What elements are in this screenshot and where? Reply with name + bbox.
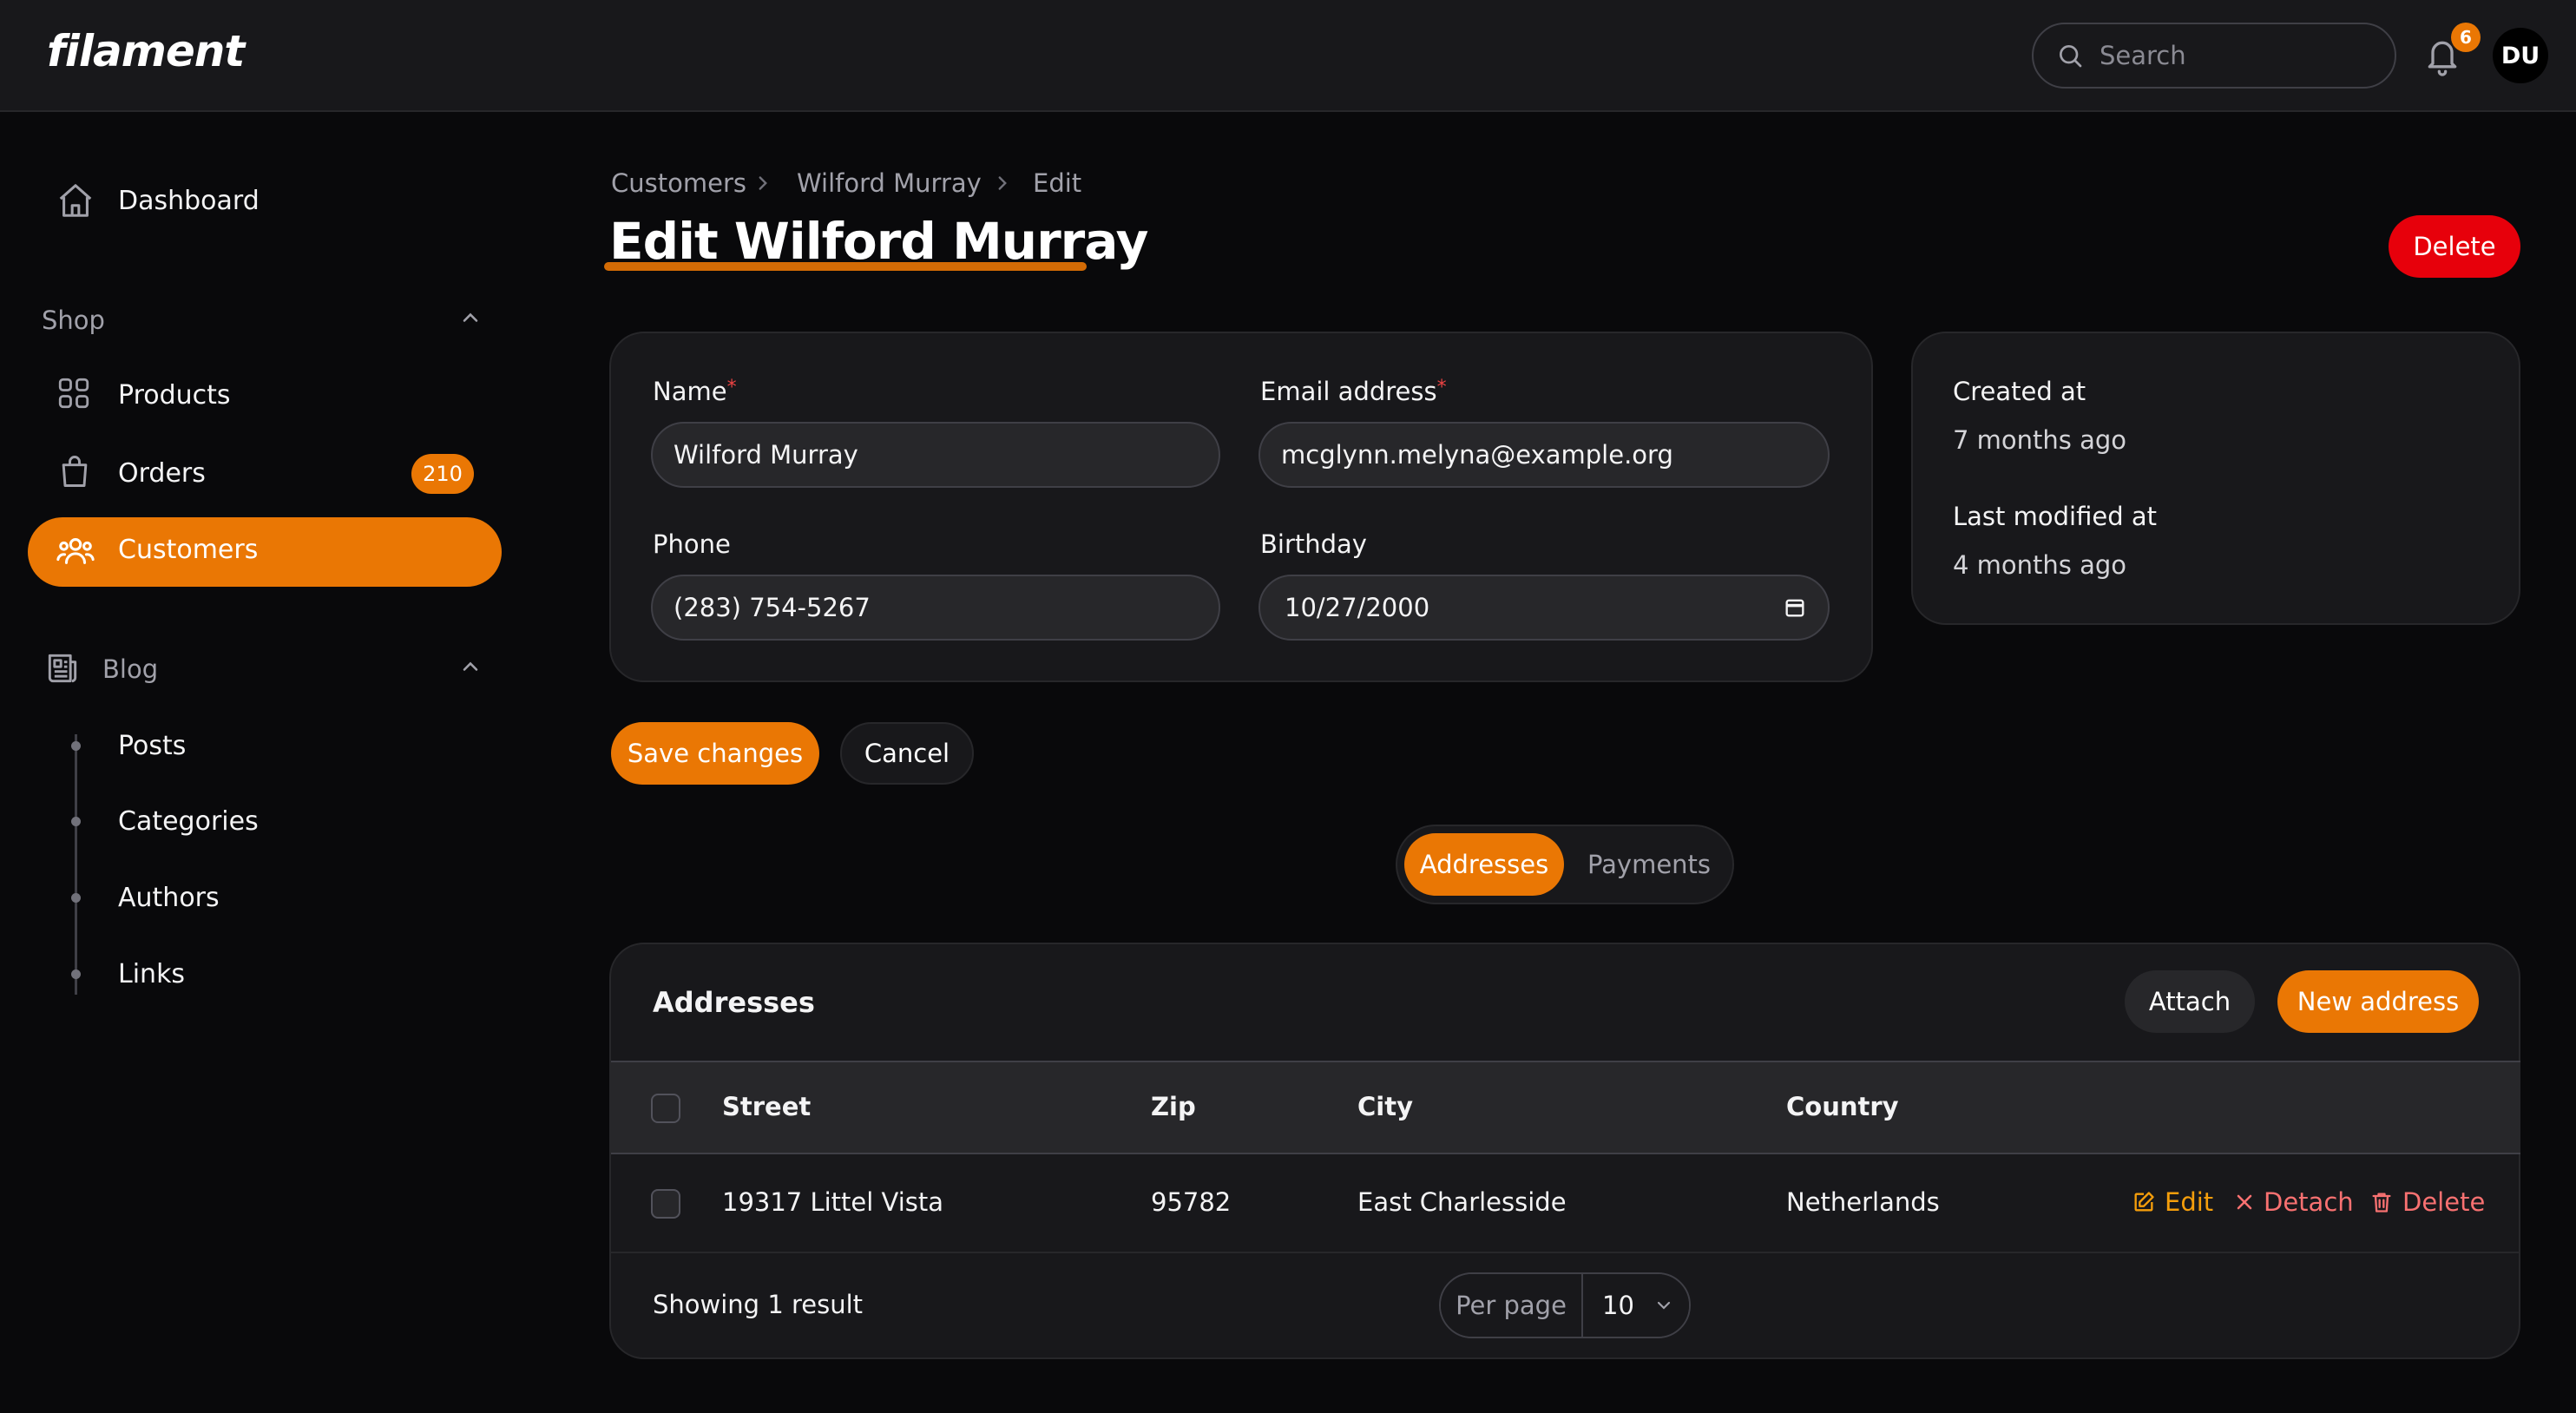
search-input[interactable] — [2100, 41, 2377, 70]
sidebar-item-label: Orders — [118, 458, 206, 489]
email-label: Email address* — [1260, 377, 1447, 406]
chevron-up-icon[interactable] — [458, 306, 483, 330]
tree-dot — [71, 817, 81, 826]
detach-label: Detach — [2264, 1187, 2354, 1217]
attach-button[interactable]: Attach — [2125, 970, 2255, 1033]
edit-label: Edit — [2165, 1187, 2214, 1217]
chevron-down-icon — [1653, 1295, 1674, 1316]
record-meta-card — [1911, 332, 2520, 625]
sidebar-item-authors[interactable]: Authors — [118, 883, 220, 913]
created-at-label: Created at — [1953, 377, 2086, 406]
breadcrumb-edit: Edit — [1033, 168, 1082, 198]
table-header — [611, 1061, 2520, 1154]
column-country[interactable]: Country — [1786, 1092, 1899, 1121]
tab-addresses[interactable]: Addresses — [1404, 833, 1564, 896]
row-checkbox[interactable] — [651, 1189, 680, 1219]
delete-record-button[interactable]: Delete — [2389, 215, 2520, 278]
phone-label: Phone — [653, 529, 731, 559]
email-input[interactable]: mcglynn.melyna@example.org — [1258, 422, 1830, 488]
sidebar-item-label: Customers — [118, 535, 259, 565]
sidebar-item-label: Products — [118, 380, 231, 411]
phone-value: (283) 754-5267 — [674, 593, 871, 622]
home-icon — [56, 181, 95, 220]
sidebar-item-label: Dashboard — [118, 186, 260, 216]
user-avatar[interactable]: DU — [2493, 28, 2548, 83]
chevron-right-icon — [991, 172, 1014, 194]
grid-icon — [56, 375, 92, 411]
x-mark-icon — [2234, 1192, 2255, 1213]
breadcrumb-wilford-murray[interactable]: Wilford Murray — [797, 168, 982, 198]
per-page-select[interactable]: Per page 10 — [1439, 1272, 1691, 1338]
addresses-heading: Addresses — [653, 986, 815, 1019]
sidebar-item-links[interactable]: Links — [118, 959, 185, 989]
cell-zip: 95782 — [1151, 1187, 1232, 1217]
tree-dot — [71, 893, 81, 903]
per-page-label: Per page — [1441, 1274, 1583, 1337]
trash-icon — [2369, 1190, 2394, 1214]
newspaper-icon — [43, 649, 82, 687]
per-page-value[interactable]: 10 — [1583, 1274, 1689, 1337]
calendar-icon[interactable] — [1783, 595, 1807, 620]
column-zip[interactable]: Zip — [1151, 1092, 1196, 1121]
per-page-number: 10 — [1602, 1291, 1634, 1320]
last-modified-label: Last modified at — [1953, 502, 2157, 531]
orders-count-badge: 210 — [411, 454, 474, 494]
sidebar-item-categories[interactable]: Categories — [118, 806, 259, 837]
created-at-value: 7 months ago — [1953, 425, 2127, 455]
column-city[interactable]: City — [1357, 1092, 1413, 1121]
sidebar-item-products[interactable]: Products — [56, 375, 490, 417]
phone-input[interactable]: (283) 754-5267 — [651, 575, 1220, 641]
sidebar-item-posts[interactable]: Posts — [118, 731, 186, 761]
birthday-label: Birthday — [1260, 529, 1367, 559]
name-label: Name* — [653, 377, 737, 406]
sidebar-item-dashboard[interactable]: Dashboard — [56, 181, 490, 222]
brand-logo[interactable]: filament — [47, 26, 245, 76]
cell-city: East Charlesside — [1357, 1187, 1567, 1217]
page-title: Edit Wilford Murray — [609, 212, 1148, 271]
row-delete-action[interactable]: Delete — [2369, 1187, 2485, 1217]
select-all-checkbox[interactable] — [651, 1094, 680, 1123]
chevron-up-icon[interactable] — [458, 654, 483, 679]
cancel-button[interactable]: Cancel — [840, 722, 974, 785]
sidebar-group-shop: Shop — [42, 306, 105, 335]
birthday-value: 10/27/2000 — [1285, 593, 1430, 622]
tree-dot — [71, 741, 81, 751]
birthday-input[interactable]: 10/27/2000 — [1258, 575, 1830, 641]
sidebar-tree-line — [75, 734, 77, 995]
last-modified-value: 4 months ago — [1953, 550, 2127, 580]
global-search[interactable] — [2032, 23, 2396, 89]
chevron-right-icon — [752, 172, 774, 194]
tree-dot — [71, 969, 81, 979]
email-value: mcglynn.melyna@example.org — [1281, 440, 1673, 470]
shopping-bag-icon — [56, 451, 94, 491]
name-value: Wilford Murray — [674, 440, 858, 470]
save-changes-button[interactable]: Save changes — [611, 722, 819, 785]
row-detach-action[interactable]: Detach — [2234, 1187, 2354, 1217]
cell-country: Netherlands — [1786, 1187, 1940, 1217]
sidebar-item-customers[interactable] — [28, 517, 502, 587]
pagination-summary: Showing 1 result — [653, 1290, 864, 1319]
tab-payments[interactable]: Payments — [1573, 833, 1725, 896]
name-input[interactable]: Wilford Murray — [651, 422, 1220, 488]
sidebar-group-blog: Blog — [102, 654, 159, 684]
row-edit-action[interactable]: Edit — [2132, 1187, 2213, 1217]
breadcrumb-customers[interactable]: Customers — [611, 168, 746, 198]
pencil-square-icon — [2132, 1190, 2156, 1214]
cell-street: 19317 Littel Vista — [722, 1187, 944, 1217]
delete-label: Delete — [2402, 1187, 2486, 1217]
new-address-button[interactable]: New address — [2277, 970, 2479, 1033]
search-icon — [2056, 42, 2084, 69]
table-footer-divider — [611, 1252, 2520, 1253]
column-street[interactable]: Street — [722, 1092, 811, 1121]
users-icon — [56, 531, 95, 571]
notification-badge: 6 — [2451, 23, 2481, 52]
